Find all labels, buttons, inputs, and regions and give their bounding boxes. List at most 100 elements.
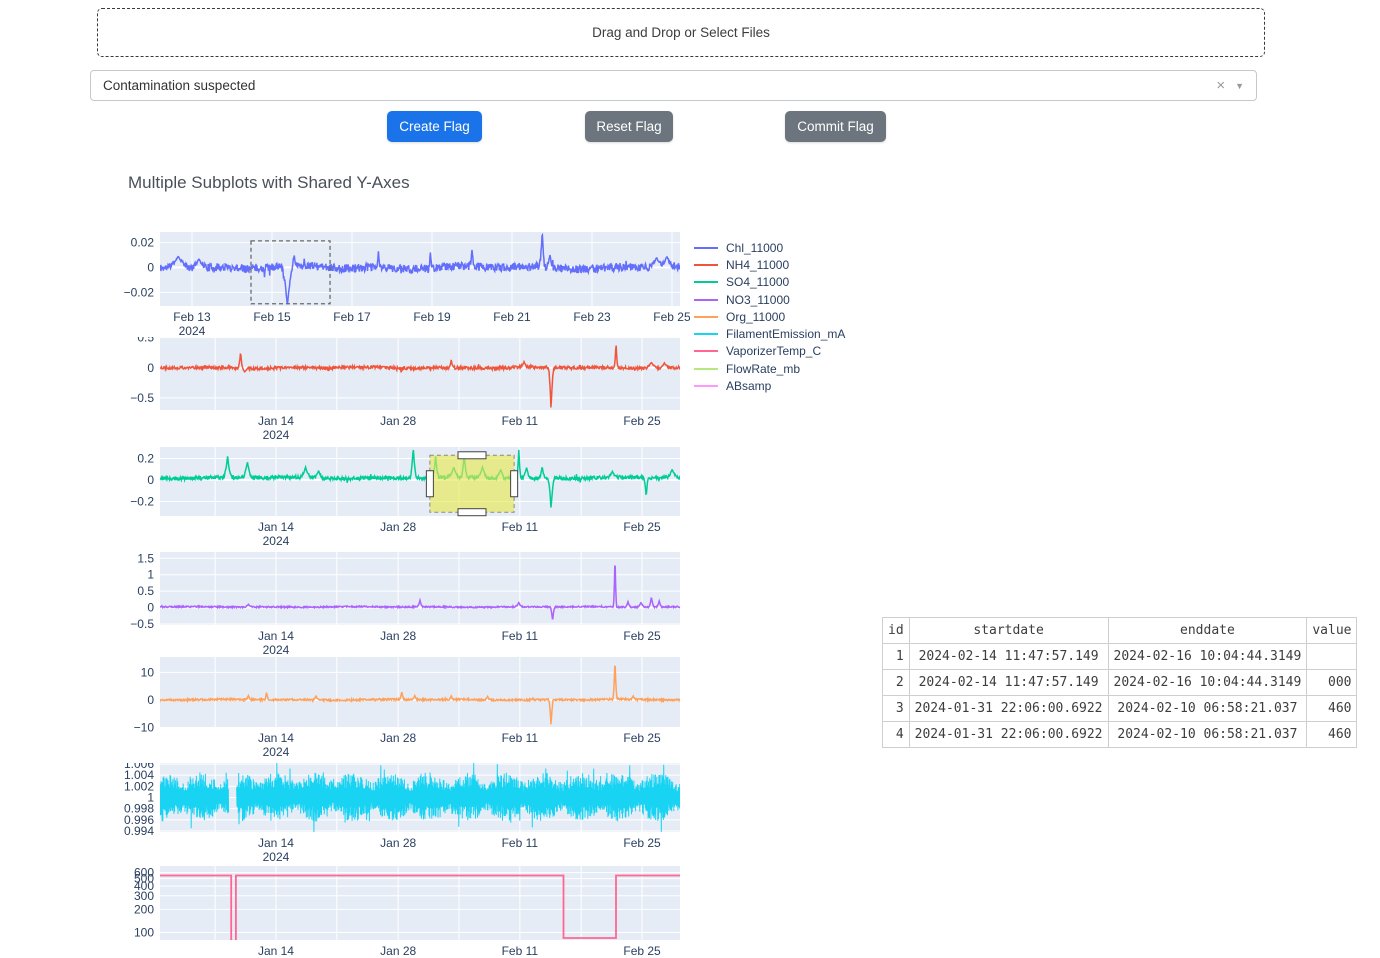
clear-icon[interactable]: × (1206, 77, 1235, 94)
legend-item-vaporizertemp_c[interactable]: VaporizerTemp_C (694, 343, 845, 360)
x-tick-year-label: 2024 (263, 428, 290, 442)
x-tick-label: Feb 25 (623, 944, 661, 958)
selection-resize-handle[interactable] (458, 452, 486, 459)
x-tick-label: Jan 14 (258, 731, 294, 745)
legend-label: NH4_11000 (726, 258, 789, 272)
table-cell-enddate: 2024-02-16 10:04:44.3149 (1108, 670, 1307, 696)
subplot-svg-no3_11000: 1.510.50−0.5Jan 142024Jan 28Feb 11Feb 25 (105, 552, 690, 659)
y-tick-label: 1.5 (137, 552, 154, 565)
y-tick-label: 0 (147, 601, 154, 615)
selection-resize-handle[interactable] (511, 471, 518, 497)
commit-flag-button[interactable]: Commit Flag (785, 111, 886, 142)
legend-item-no3_11000[interactable]: NO3_11000 (694, 291, 845, 308)
x-tick-label: Feb 11 (502, 944, 539, 958)
legend-item-absamp[interactable]: ABsamp (694, 377, 845, 394)
x-tick-label: Feb 23 (573, 310, 611, 324)
legend-line-sample (694, 350, 718, 352)
legend-line-sample (694, 333, 718, 335)
subplot-svg-so4_11000: 0.20−0.2Jan 142024Jan 28Feb 11Feb 25 (105, 447, 690, 550)
subplot-vaporizertemp_c[interactable]: 600500400300200100Jan 142024Jan 28Feb 11… (105, 866, 690, 958)
legend-line-sample (694, 264, 718, 266)
flag-selection-region[interactable] (430, 455, 514, 512)
column-header-value: value (1307, 618, 1357, 644)
table-cell-value: 460 (1307, 696, 1357, 722)
legend-label: SO4_11000 (726, 275, 789, 289)
table-cell-value: 000 (1307, 670, 1357, 696)
y-tick-label: 0.5 (137, 584, 154, 598)
x-tick-label: Jan 28 (380, 731, 416, 745)
y-tick-label: −0.5 (130, 617, 154, 631)
table-cell-startdate: 2024-02-14 11:47:57.149 (909, 670, 1108, 696)
legend-line-sample (694, 385, 718, 387)
y-tick-label: −0.2 (130, 494, 154, 508)
table-cell-startdate: 2024-01-31 22:06:00.6922 (909, 696, 1108, 722)
x-tick-label: Jan 14 (258, 520, 294, 534)
x-tick-label: Feb 21 (493, 310, 531, 324)
legend-label: Chl_11000 (726, 241, 783, 255)
flag-table-header: idstartdateenddatevalue (883, 618, 1357, 644)
legend-label: VaporizerTemp_C (726, 344, 821, 358)
table-cell-value: 460 (1307, 722, 1357, 748)
y-tick-label: −0.5 (130, 391, 154, 405)
flag-type-select-value: Contamination suspected (91, 78, 1206, 93)
x-tick-year-label: 2024 (263, 745, 290, 759)
reset-flag-button[interactable]: Reset Flag (585, 111, 673, 142)
legend-item-flowrate_mb[interactable]: FlowRate_mb (694, 360, 845, 377)
x-tick-label: Jan 28 (380, 836, 416, 850)
x-tick-label: Feb 11 (502, 836, 539, 850)
legend-item-so4_11000[interactable]: SO4_11000 (694, 274, 845, 291)
subplot-svg-filamentemission_ma: 1.0061.0041.00210.9980.9960.994Jan 14202… (105, 763, 690, 866)
subplot-filamentemission_ma[interactable]: 1.0061.0041.00210.9980.9960.994Jan 14202… (105, 763, 690, 871)
y-tick-label: 0 (147, 361, 154, 375)
table-header-row: idstartdateenddatevalue (883, 618, 1357, 644)
create-flag-button[interactable]: Create Flag (387, 111, 482, 142)
x-tick-label: Feb 25 (623, 520, 661, 534)
x-tick-label: Jan 14 (258, 836, 294, 850)
file-dropzone[interactable]: Drag and Drop or Select Files (97, 8, 1265, 57)
x-tick-label: Jan 28 (380, 944, 416, 958)
x-tick-label: Jan 28 (380, 629, 416, 643)
y-tick-label: 100 (134, 926, 154, 940)
table-cell-enddate: 2024-02-10 06:58:21.037 (1108, 722, 1307, 748)
flag-type-select[interactable]: Contamination suspected × ▼ (90, 70, 1257, 101)
subplot-svg-nh4_11000: 0.5 0 −0.5 Jan 142024 Jan 28 Feb 11 Feb 25 (105, 337, 690, 444)
table-cell-id: 3 (883, 696, 910, 722)
x-tick-label: Feb 25 (623, 414, 661, 428)
selection-resize-handle[interactable] (458, 509, 486, 516)
table-cell-startdate: 2024-01-31 22:06:00.6922 (909, 722, 1108, 748)
chevron-down-icon[interactable]: ▼ (1235, 81, 1256, 91)
legend-item-filamentemission_ma[interactable]: FilamentEmission_mA (694, 325, 845, 342)
y-tick-label: 0 (147, 260, 154, 274)
selection-resize-handle[interactable] (426, 471, 433, 497)
x-tick-label: Feb 17 (333, 310, 371, 324)
legend-item-nh4_11000[interactable]: NH4_11000 (694, 256, 845, 273)
x-tick-label: Jan 14 (258, 414, 294, 428)
chart-title: Multiple Subplots with Shared Y-Axes (128, 173, 410, 193)
subplot-so4_11000[interactable]: 0.20−0.2Jan 142024Jan 28Feb 11Feb 25 (105, 447, 690, 555)
y-tick-label: 0.994 (124, 824, 154, 838)
x-tick-label: Feb 25 (623, 629, 661, 643)
legend-label: NO3_11000 (726, 293, 790, 307)
table-row: 12024-02-14 11:47:57.1492024-02-16 10:04… (883, 644, 1357, 670)
x-tick-year-label: 2024 (263, 534, 290, 548)
legend-label: FlowRate_mb (726, 362, 800, 376)
subplot-nh4_11000[interactable]: 0.5 0 −0.5 Jan 142024 Jan 28 Feb 11 Feb 25 (105, 337, 690, 449)
y-tick-label: 200 (134, 902, 154, 916)
x-tick-label: Feb 11 (502, 629, 539, 643)
subplot-org_11000[interactable]: 100−10Jan 142024Jan 28Feb 11Feb 25 (105, 657, 690, 766)
legend-label: Org_11000 (726, 310, 785, 324)
x-tick-label: Feb 19 (413, 310, 451, 324)
file-dropzone-label: Drag and Drop or Select Files (592, 25, 770, 40)
subplot-svg-chl_11000: 0.020−0.02Feb 132024Feb 15Feb 17Feb 19Fe… (105, 232, 690, 340)
x-tick-label: Feb 11 (502, 414, 539, 428)
x-tick-label: Feb 11 (502, 520, 539, 534)
subplot-chl_11000[interactable]: 0.020−0.02Feb 132024Feb 15Feb 17Feb 19Fe… (105, 232, 690, 345)
legend-item-chl_11000[interactable]: Chl_11000 (694, 239, 845, 256)
table-cell-id: 2 (883, 670, 910, 696)
flag-table-body: 12024-02-14 11:47:57.1492024-02-16 10:04… (883, 644, 1357, 748)
subplot-no3_11000[interactable]: 1.510.50−0.5Jan 142024Jan 28Feb 11Feb 25 (105, 552, 690, 664)
legend-item-org_11000[interactable]: Org_11000 (694, 308, 845, 325)
y-tick-label: 1 (147, 568, 154, 582)
x-tick-label: Jan 28 (380, 414, 416, 428)
y-tick-label: 0.5 (137, 337, 154, 345)
